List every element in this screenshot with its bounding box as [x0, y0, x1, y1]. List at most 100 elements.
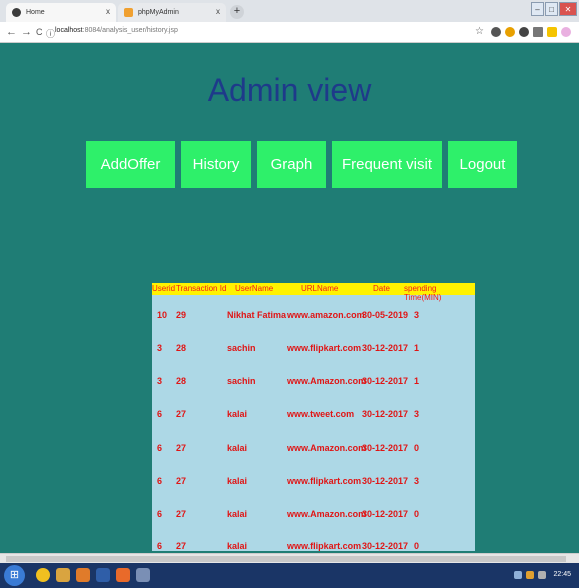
cell-username: kalai	[227, 409, 248, 419]
cell-username: sachin	[227, 376, 256, 386]
cell-date: 30-12-2017	[362, 376, 409, 386]
volume-icon[interactable]	[538, 571, 546, 579]
maximize-button[interactable]: □	[545, 2, 558, 16]
back-icon[interactable]: ←	[6, 26, 17, 38]
cell-userid: 6	[157, 443, 163, 453]
logout-button[interactable]: Logout	[448, 141, 517, 188]
header-spending-time: spending Time(MIN)	[404, 284, 442, 302]
cell-urlname: www.amazon.com	[287, 310, 365, 320]
minimize-button[interactable]: –	[531, 2, 544, 16]
cell-transaction-id: 29	[176, 310, 187, 320]
horizontal-scrollbar[interactable]	[0, 553, 579, 563]
frequent-visit-button[interactable]: Frequent visit	[332, 141, 442, 188]
extension-icon[interactable]	[491, 27, 501, 37]
extension-icon[interactable]	[547, 27, 557, 37]
cell-username: kalai	[227, 476, 248, 486]
cell-transaction-id: 27	[176, 509, 187, 519]
cell-urlname: www.tweet.com	[287, 409, 355, 419]
clock: 22:45	[553, 571, 571, 578]
cell-date: 30-12-2017	[362, 476, 409, 486]
cell-transaction-id: 27	[176, 409, 187, 419]
cell-userid: 3	[157, 376, 163, 386]
close-tab-icon[interactable]: x	[216, 7, 220, 16]
header-username: UserName	[235, 284, 274, 293]
table-header: Userid Transaction Id UserName URLName D…	[152, 283, 475, 302]
cell-spending-time: 1	[414, 376, 420, 386]
cell-spending-time: 1	[414, 343, 420, 353]
cell-username: kalai	[227, 443, 248, 453]
cell-spending-time: 0	[414, 443, 420, 453]
app-icon[interactable]	[116, 568, 130, 582]
tab-phpmyadmin-label: phpMyAdmin	[138, 9, 179, 16]
cell-urlname: www.Amazon.com	[287, 509, 367, 519]
cell-userid: 6	[157, 409, 163, 419]
header-urlname: URLName	[301, 284, 339, 293]
taskbar: ⊞ 22:45	[0, 563, 579, 588]
cell-transaction-id: 28	[176, 343, 187, 353]
extension-icon[interactable]	[533, 27, 543, 37]
cell-transaction-id: 27	[176, 476, 187, 486]
cell-urlname: www.flipkart.com	[287, 541, 362, 551]
url-host: localhost	[55, 27, 83, 34]
cell-username: Nikhat Fatima	[227, 310, 287, 320]
tab-home[interactable]: Home x	[6, 3, 116, 22]
cell-date: 30-12-2017	[362, 443, 409, 453]
cell-date: 30-12-2017	[362, 509, 409, 519]
tab-home-label: Home	[26, 9, 45, 16]
tray-icon[interactable]	[514, 571, 522, 579]
cell-username: sachin	[227, 343, 256, 353]
cell-transaction-id: 27	[176, 541, 187, 551]
app-icon[interactable]	[96, 568, 110, 582]
graph-button[interactable]: Graph	[257, 141, 326, 188]
cell-userid: 6	[157, 476, 163, 486]
app-icon[interactable]	[76, 568, 90, 582]
file-explorer-icon[interactable]	[56, 568, 70, 582]
browser-tab-strip: Home x phpMyAdmin x + – □ ✕	[0, 0, 579, 22]
cell-spending-time: 0	[414, 541, 420, 551]
extension-icon[interactable]	[519, 27, 529, 37]
cell-spending-time: 3	[414, 409, 420, 419]
app-icon[interactable]	[136, 568, 150, 582]
cell-spending-time: 0	[414, 509, 420, 519]
cell-spending-time: 3	[414, 310, 420, 320]
cell-date: 30-12-2017	[362, 409, 409, 419]
cell-userid: 10	[157, 310, 168, 320]
cell-userid: 6	[157, 509, 163, 519]
forward-icon[interactable]: →	[21, 26, 32, 38]
address-bar: ← → C ⓘ localhost:8084/analysis_user/his…	[0, 22, 579, 43]
addoffer-button[interactable]: AddOffer	[86, 141, 175, 188]
cell-userid: 3	[157, 343, 163, 353]
extension-icon[interactable]	[505, 27, 515, 37]
url-field[interactable]: localhost:8084/analysis_user/history.jsp	[55, 27, 178, 34]
header-userid: Userid	[152, 284, 176, 293]
header-date: Date	[373, 284, 390, 293]
page-title: Admin view	[207, 72, 372, 108]
reload-icon[interactable]: C	[36, 27, 43, 37]
profile-icon[interactable]	[561, 27, 571, 37]
tab-phpmyadmin[interactable]: phpMyAdmin x	[118, 3, 226, 22]
cell-username: kalai	[227, 509, 248, 519]
cell-urlname: www.Amazon.com	[287, 443, 367, 453]
cell-urlname: www.Amazon.com	[287, 376, 367, 386]
bookmark-star-icon[interactable]: ☆	[475, 26, 484, 37]
chrome-icon[interactable]	[36, 568, 50, 582]
scrollbar-thumb[interactable]	[6, 556, 566, 562]
cell-date: 30-12-2017	[362, 343, 409, 353]
tray-icon[interactable]	[526, 571, 534, 579]
cell-transaction-id: 27	[176, 443, 187, 453]
cell-username: kalai	[227, 541, 248, 551]
cell-spending-time: 3	[414, 476, 420, 486]
home-tab-icon	[12, 8, 21, 17]
start-button[interactable]: ⊞	[4, 565, 25, 586]
cell-userid: 6	[157, 541, 163, 551]
history-button[interactable]: History	[181, 141, 251, 188]
phpmyadmin-tab-icon	[124, 8, 133, 17]
cell-transaction-id: 28	[176, 376, 187, 386]
close-tab-icon[interactable]: x	[106, 7, 110, 16]
site-info-icon[interactable]: ⓘ	[46, 27, 55, 40]
history-table: Userid Transaction Id UserName URLName D…	[152, 283, 475, 551]
new-tab-button[interactable]: +	[230, 5, 244, 19]
close-window-button[interactable]: ✕	[559, 2, 577, 16]
cell-urlname: www.flipkart.com	[287, 476, 362, 486]
url-path: :8084/analysis_user/history.jsp	[82, 27, 178, 34]
